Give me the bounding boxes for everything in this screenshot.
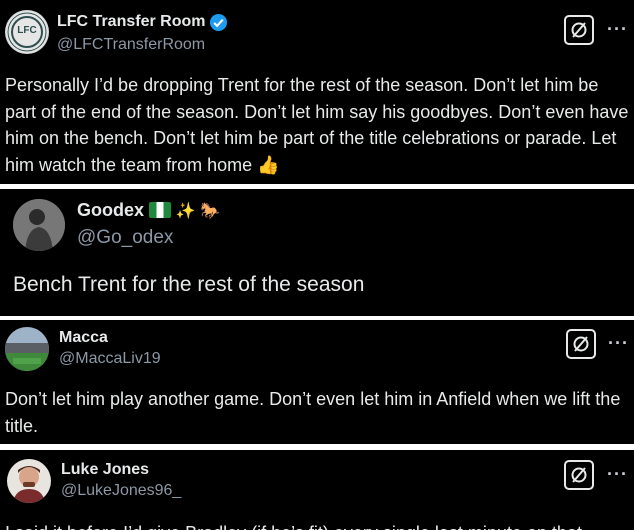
nigeria-flag-icon [149,202,172,218]
grok-icon [571,22,587,38]
sparkles-horse-icon: ✨ 🐎 [175,203,221,220]
tweet-text: Personally I’d be dropping Trent for the… [5,75,629,175]
grok-button[interactable] [564,15,594,45]
tweet-luke-jones[interactable]: Luke Jones @LukeJones96_ ··· I said it b… [0,450,634,530]
verified-badge-icon [209,13,228,32]
more-options-icon[interactable]: ··· [607,20,628,38]
handle[interactable]: @MaccaLiv19 [59,350,161,368]
display-name[interactable]: LFC Transfer Room [57,13,205,31]
avatar[interactable]: LFC [5,10,49,54]
display-name-group[interactable]: Goodex ✨ 🐎 [77,200,220,221]
display-name[interactable]: Luke Jones [61,461,149,479]
grok-icon [573,336,589,352]
grok-icon [571,467,587,483]
display-name[interactable]: Macca [59,329,108,347]
tweet-text: Bench Trent for the rest of the season [13,273,365,296]
grok-button[interactable] [566,329,596,359]
more-options-icon[interactable]: ··· [607,465,628,483]
avatar[interactable] [13,199,65,251]
handle[interactable]: @LukeJones96_ [61,482,181,500]
grok-button[interactable] [564,460,594,490]
display-name: Goodex [77,200,145,220]
avatar[interactable] [7,459,51,503]
tweet-lfc-transfer-room[interactable]: LFC LFC Transfer Room @LFCTransferRoom ·… [0,0,634,184]
avatar-label: LFC [17,25,37,36]
more-options-icon[interactable]: ··· [608,334,629,352]
avatar[interactable] [5,327,49,371]
tweet-text: I said it before I’d give Bradley (if he… [5,520,634,530]
handle[interactable]: @LFCTransferRoom [57,36,205,54]
tweet-text: Don’t let him play another game. Don’t e… [5,389,621,436]
handle[interactable]: @Go_odex [77,227,173,249]
tweet-goodex[interactable]: Goodex ✨ 🐎 @Go_odex Bench Trent for the … [0,189,634,316]
tweet-macca[interactable]: Macca @MaccaLiv19 ··· Don’t let him play… [0,320,634,444]
